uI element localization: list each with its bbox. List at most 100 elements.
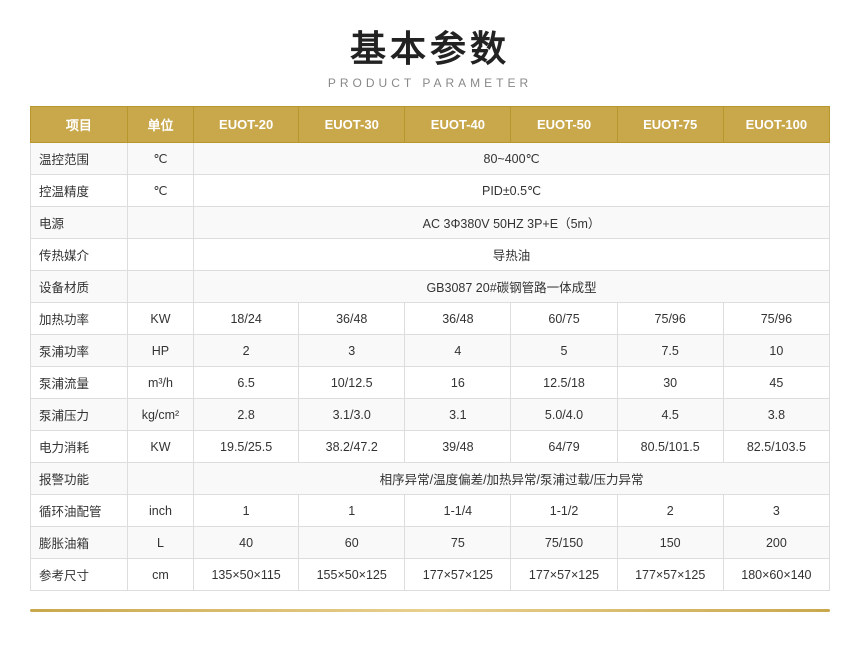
header-col-5: EUOT-50 [511,107,617,143]
row-11-col-3: 1-1/2 [511,495,617,527]
row-4-item: 设备材质 [31,271,128,303]
table-row: 报警功能 相序异常/温度偏差/加热异常/泵浦过载/压力异常 [31,463,830,495]
row-3-span: 导热油 [194,239,830,271]
row-11-col-0: 1 [194,495,299,527]
row-6-col-0: 2 [194,335,299,367]
table-row: 泵浦压力kg/cm²2.83.1/3.03.15.0/4.04.53.8 [31,399,830,431]
row-0-item: 温控范围 [31,143,128,175]
row-0-unit: ℃ [127,143,193,175]
table-row: 设备材质 GB3087 20#碳钢管路一体成型 [31,271,830,303]
row-6-col-5: 10 [723,335,829,367]
row-7-col-5: 45 [723,367,829,399]
param-table: 项目单位EUOT-20EUOT-30EUOT-40EUOT-50EUOT-75E… [30,106,830,591]
row-8-col-3: 5.0/4.0 [511,399,617,431]
row-9-col-2: 39/48 [405,431,511,463]
row-11-unit: inch [127,495,193,527]
header-col-6: EUOT-75 [617,107,723,143]
row-6-col-2: 4 [405,335,511,367]
row-12-col-2: 75 [405,527,511,559]
header-col-7: EUOT-100 [723,107,829,143]
row-6-col-3: 5 [511,335,617,367]
row-8-col-0: 2.8 [194,399,299,431]
row-8-unit: kg/cm² [127,399,193,431]
row-7-col-4: 30 [617,367,723,399]
row-9-unit: KW [127,431,193,463]
table-row: 加热功率KW18/2436/4836/4860/7575/9675/96 [31,303,830,335]
row-12-col-4: 150 [617,527,723,559]
row-10-item: 报警功能 [31,463,128,495]
row-9-item: 电力消耗 [31,431,128,463]
row-0-span: 80~400℃ [194,143,830,175]
row-2-unit [127,207,193,239]
row-13-col-5: 180×60×140 [723,559,829,591]
row-13-col-4: 177×57×125 [617,559,723,591]
header-col-3: EUOT-30 [299,107,405,143]
row-7-col-2: 16 [405,367,511,399]
row-2-item: 电源 [31,207,128,239]
table-row: 膨胀油箱L40607575/150150200 [31,527,830,559]
bottom-line [30,609,830,612]
row-5-col-1: 36/48 [299,303,405,335]
table-row: 控温精度℃PID±0.5℃ [31,175,830,207]
table-row: 循环油配管inch111-1/41-1/223 [31,495,830,527]
row-3-item: 传热媒介 [31,239,128,271]
row-6-item: 泵浦功率 [31,335,128,367]
table-row: 泵浦流量m³/h6.510/12.51612.5/183045 [31,367,830,399]
row-3-unit [127,239,193,271]
row-12-col-1: 60 [299,527,405,559]
row-11-item: 循环油配管 [31,495,128,527]
row-11-col-4: 2 [617,495,723,527]
row-8-col-2: 3.1 [405,399,511,431]
row-5-col-5: 75/96 [723,303,829,335]
row-7-col-1: 10/12.5 [299,367,405,399]
row-6-unit: HP [127,335,193,367]
row-8-col-1: 3.1/3.0 [299,399,405,431]
row-12-item: 膨胀油箱 [31,527,128,559]
main-title: 基本参数 [30,20,830,72]
row-13-unit: cm [127,559,193,591]
row-11-col-1: 1 [299,495,405,527]
row-7-col-0: 6.5 [194,367,299,399]
table-row: 参考尺寸cm135×50×115155×50×125177×57×125177×… [31,559,830,591]
row-4-unit [127,271,193,303]
row-8-col-4: 4.5 [617,399,723,431]
row-5-col-2: 36/48 [405,303,511,335]
row-7-col-3: 12.5/18 [511,367,617,399]
table-row: 温控范围℃80~400℃ [31,143,830,175]
row-13-col-1: 155×50×125 [299,559,405,591]
row-9-col-4: 80.5/101.5 [617,431,723,463]
row-10-span: 相序异常/温度偏差/加热异常/泵浦过载/压力异常 [194,463,830,495]
table-row: 泵浦功率HP23457.510 [31,335,830,367]
table-row: 电源 AC 3Φ380V 50HZ 3P+E（5m） [31,207,830,239]
row-8-item: 泵浦压力 [31,399,128,431]
row-11-col-2: 1-1/4 [405,495,511,527]
row-5-item: 加热功率 [31,303,128,335]
row-1-unit: ℃ [127,175,193,207]
header-col-1: 单位 [127,107,193,143]
row-6-col-1: 3 [299,335,405,367]
row-13-col-0: 135×50×115 [194,559,299,591]
row-13-item: 参考尺寸 [31,559,128,591]
row-12-col-0: 40 [194,527,299,559]
row-10-unit [127,463,193,495]
table-body: 温控范围℃80~400℃控温精度℃PID±0.5℃电源 AC 3Φ380V 50H… [31,143,830,591]
row-9-col-0: 19.5/25.5 [194,431,299,463]
row-13-col-2: 177×57×125 [405,559,511,591]
row-13-col-3: 177×57×125 [511,559,617,591]
row-12-col-5: 200 [723,527,829,559]
row-1-span: PID±0.5℃ [194,175,830,207]
row-12-col-3: 75/150 [511,527,617,559]
row-5-col-3: 60/75 [511,303,617,335]
page-container: 基本参数 PRODUCT PARAMETER 项目单位EUOT-20EUOT-3… [0,0,860,642]
row-2-span: AC 3Φ380V 50HZ 3P+E（5m） [194,207,830,239]
row-9-col-1: 38.2/47.2 [299,431,405,463]
row-5-col-0: 18/24 [194,303,299,335]
row-12-unit: L [127,527,193,559]
row-5-unit: KW [127,303,193,335]
row-9-col-3: 64/79 [511,431,617,463]
header-col-4: EUOT-40 [405,107,511,143]
row-11-col-5: 3 [723,495,829,527]
table-row: 电力消耗KW19.5/25.538.2/47.239/4864/7980.5/1… [31,431,830,463]
row-4-span: GB3087 20#碳钢管路一体成型 [194,271,830,303]
table-header-row: 项目单位EUOT-20EUOT-30EUOT-40EUOT-50EUOT-75E… [31,107,830,143]
